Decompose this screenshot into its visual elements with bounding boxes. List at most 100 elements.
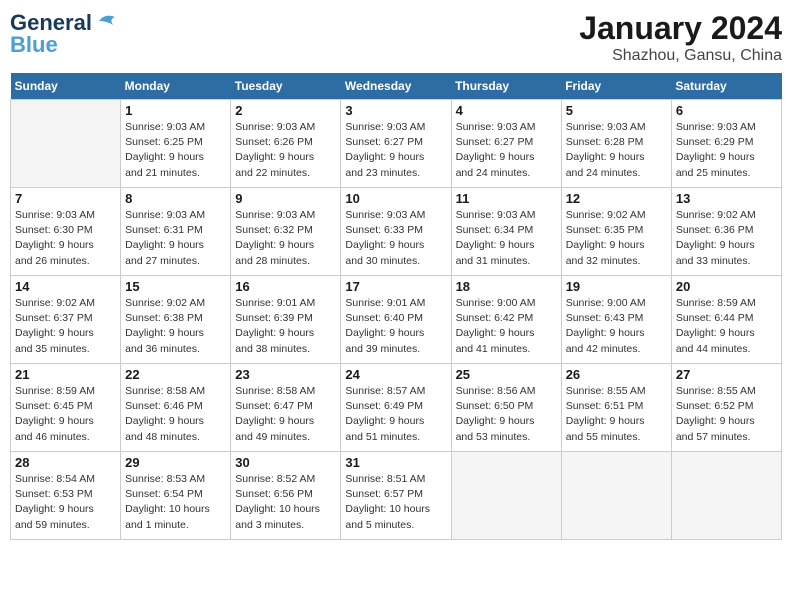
day-info: Sunrise: 9:03 AMSunset: 6:30 PMDaylight:… [15,208,116,269]
day-info: Sunrise: 9:02 AMSunset: 6:38 PMDaylight:… [125,296,226,357]
day-number: 15 [125,279,226,294]
calendar-cell [11,100,121,188]
day-info: Sunrise: 8:51 AMSunset: 6:57 PMDaylight:… [345,472,446,533]
calendar-cell [671,452,781,540]
week-row-5: 28 Sunrise: 8:54 AMSunset: 6:53 PMDayligh… [11,452,782,540]
day-header-thursday: Thursday [451,73,561,100]
calendar-cell: 15 Sunrise: 9:02 AMSunset: 6:38 PMDayligh… [121,276,231,364]
day-number: 16 [235,279,336,294]
day-info: Sunrise: 9:00 AMSunset: 6:42 PMDaylight:… [456,296,557,357]
day-number: 14 [15,279,116,294]
day-info: Sunrise: 9:03 AMSunset: 6:26 PMDaylight:… [235,120,336,181]
day-info: Sunrise: 9:03 AMSunset: 6:27 PMDaylight:… [456,120,557,181]
day-info: Sunrise: 8:59 AMSunset: 6:44 PMDaylight:… [676,296,777,357]
day-info: Sunrise: 9:03 AMSunset: 6:27 PMDaylight:… [345,120,446,181]
day-number: 30 [235,455,336,470]
day-info: Sunrise: 8:52 AMSunset: 6:56 PMDaylight:… [235,472,336,533]
day-header-monday: Monday [121,73,231,100]
week-row-1: 1 Sunrise: 9:03 AMSunset: 6:25 PMDaylight… [11,100,782,188]
day-header-sunday: Sunday [11,73,121,100]
calendar-cell: 21Sunrise: 8:59 AMSunset: 6:45 PMDayligh… [11,364,121,452]
day-info: Sunrise: 8:55 AMSunset: 6:51 PMDaylight:… [566,384,667,445]
day-info: Sunrise: 9:02 AMSunset: 6:36 PMDaylight:… [676,208,777,269]
calendar-cell: 1 Sunrise: 9:03 AMSunset: 6:25 PMDaylight… [121,100,231,188]
day-info: Sunrise: 9:00 AMSunset: 6:43 PMDaylight:… [566,296,667,357]
calendar-cell: 13 Sunrise: 9:02 AMSunset: 6:36 PMDayligh… [671,188,781,276]
calendar-cell: 20 Sunrise: 8:59 AMSunset: 6:44 PMDayligh… [671,276,781,364]
day-number: 13 [676,191,777,206]
calendar-cell: 28 Sunrise: 8:54 AMSunset: 6:53 PMDayligh… [11,452,121,540]
day-number: 20 [676,279,777,294]
day-number: 19 [566,279,667,294]
calendar-cell: 9 Sunrise: 9:03 AMSunset: 6:32 PMDaylight… [231,188,341,276]
day-number: 26 [566,367,667,382]
day-info: Sunrise: 8:55 AMSunset: 6:52 PMDaylight:… [676,384,777,445]
calendar-cell: 27 Sunrise: 8:55 AMSunset: 6:52 PMDayligh… [671,364,781,452]
day-info: Sunrise: 8:53 AMSunset: 6:54 PMDaylight:… [125,472,226,533]
day-info: Sunrise: 9:02 AMSunset: 6:35 PMDaylight:… [566,208,667,269]
day-number: 6 [676,103,777,118]
calendar-cell: 24 Sunrise: 8:57 AMSunset: 6:49 PMDayligh… [341,364,451,452]
calendar-cell: 18Sunrise: 9:00 AMSunset: 6:42 PMDayligh… [451,276,561,364]
calendar-cell: 29 Sunrise: 8:53 AMSunset: 6:54 PMDayligh… [121,452,231,540]
day-number: 3 [345,103,446,118]
day-info: Sunrise: 8:58 AMSunset: 6:46 PMDaylight:… [125,384,226,445]
calendar-table: SundayMondayTuesdayWednesdayThursdayFrid… [10,73,782,540]
day-number: 24 [345,367,446,382]
calendar-cell: 17Sunrise: 9:01 AMSunset: 6:40 PMDayligh… [341,276,451,364]
calendar-cell: 10 Sunrise: 9:03 AMSunset: 6:33 PMDayligh… [341,188,451,276]
logo-blue: Blue [10,32,58,58]
day-info: Sunrise: 9:01 AMSunset: 6:40 PMDaylight:… [345,296,446,357]
calendar-cell: 6Sunrise: 9:03 AMSunset: 6:29 PMDaylight… [671,100,781,188]
day-number: 29 [125,455,226,470]
week-row-2: 7 Sunrise: 9:03 AMSunset: 6:30 PMDaylight… [11,188,782,276]
day-number: 25 [456,367,557,382]
day-number: 1 [125,103,226,118]
logo-bird-icon [95,11,123,31]
day-number: 27 [676,367,777,382]
week-row-4: 21Sunrise: 8:59 AMSunset: 6:45 PMDayligh… [11,364,782,452]
day-info: Sunrise: 9:03 AMSunset: 6:32 PMDaylight:… [235,208,336,269]
day-number: 10 [345,191,446,206]
day-number: 11 [456,191,557,206]
calendar-cell: 14 Sunrise: 9:02 AMSunset: 6:37 PMDayligh… [11,276,121,364]
day-header-saturday: Saturday [671,73,781,100]
calendar-cell: 5 Sunrise: 9:03 AMSunset: 6:28 PMDaylight… [561,100,671,188]
title-section: January 2024 Shazhou, Gansu, China [579,10,782,65]
day-number: 9 [235,191,336,206]
day-number: 5 [566,103,667,118]
calendar-subtitle: Shazhou, Gansu, China [579,47,782,65]
day-info: Sunrise: 9:03 AMSunset: 6:28 PMDaylight:… [566,120,667,181]
day-number: 22 [125,367,226,382]
calendar-title: January 2024 [579,10,782,47]
day-number: 8 [125,191,226,206]
calendar-cell: 19 Sunrise: 9:00 AMSunset: 6:43 PMDayligh… [561,276,671,364]
day-header-tuesday: Tuesday [231,73,341,100]
calendar-cell: 25Sunrise: 8:56 AMSunset: 6:50 PMDayligh… [451,364,561,452]
calendar-cell [561,452,671,540]
calendar-cell: 26 Sunrise: 8:55 AMSunset: 6:51 PMDayligh… [561,364,671,452]
day-header-wednesday: Wednesday [341,73,451,100]
day-info: Sunrise: 8:57 AMSunset: 6:49 PMDaylight:… [345,384,446,445]
calendar-cell: 12 Sunrise: 9:02 AMSunset: 6:35 PMDayligh… [561,188,671,276]
day-number: 28 [15,455,116,470]
calendar-cell: 2 Sunrise: 9:03 AMSunset: 6:26 PMDaylight… [231,100,341,188]
day-number: 2 [235,103,336,118]
calendar-cell: 31 Sunrise: 8:51 AMSunset: 6:57 PMDayligh… [341,452,451,540]
day-info: Sunrise: 9:03 AMSunset: 6:31 PMDaylight:… [125,208,226,269]
calendar-header-row: SundayMondayTuesdayWednesdayThursdayFrid… [11,73,782,100]
calendar-cell: 30 Sunrise: 8:52 AMSunset: 6:56 PMDayligh… [231,452,341,540]
day-info: Sunrise: 8:54 AMSunset: 6:53 PMDaylight:… [15,472,116,533]
day-number: 12 [566,191,667,206]
day-info: Sunrise: 9:02 AMSunset: 6:37 PMDaylight:… [15,296,116,357]
calendar-cell: 23Sunrise: 8:58 AMSunset: 6:47 PMDayligh… [231,364,341,452]
day-info: Sunrise: 9:03 AMSunset: 6:25 PMDaylight:… [125,120,226,181]
logo: General Blue [10,10,123,58]
day-number: 4 [456,103,557,118]
day-number: 7 [15,191,116,206]
day-header-friday: Friday [561,73,671,100]
day-info: Sunrise: 9:03 AMSunset: 6:33 PMDaylight:… [345,208,446,269]
day-number: 23 [235,367,336,382]
day-info: Sunrise: 9:01 AMSunset: 6:39 PMDaylight:… [235,296,336,357]
day-number: 31 [345,455,446,470]
